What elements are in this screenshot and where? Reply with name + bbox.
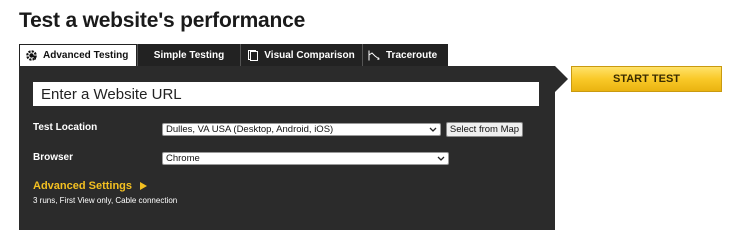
website-url-input[interactable] <box>33 82 539 106</box>
advanced-settings-label: Advanced Settings <box>33 180 133 192</box>
advanced-settings-summary: 3 runs, First View only, Cable connectio… <box>33 196 178 205</box>
advanced-settings-toggle[interactable]: Advanced Settings <box>33 180 148 192</box>
test-settings-panel: Test Location Dulles, VA USA (Desktop, A… <box>19 66 555 230</box>
tab-traceroute[interactable]: Traceroute <box>362 44 448 66</box>
tab-label: Simple Testing <box>153 49 225 61</box>
browser-label: Browser <box>33 152 74 163</box>
chevron-down-icon <box>437 154 445 166</box>
tab-label: Visual Comparison <box>264 49 355 61</box>
document-icon <box>248 49 259 61</box>
page-title: Test a website's performance <box>19 9 306 32</box>
tab-label: Advanced Testing <box>43 50 129 61</box>
tab-visual-comparison[interactable]: Visual Comparison <box>240 44 362 66</box>
browser-value: Chrome <box>166 153 200 164</box>
chevron-down-icon <box>429 125 437 137</box>
traceroute-icon <box>368 50 380 61</box>
test-location-label: Test Location <box>33 122 98 133</box>
tab-simple-testing[interactable]: Simple Testing <box>137 44 240 66</box>
tab-advanced-testing[interactable]: Advanced Testing <box>19 44 137 66</box>
test-type-tabs: Advanced Testing Simple Testing Visual C… <box>19 44 448 66</box>
tab-label: Traceroute <box>386 49 438 61</box>
gear-icon <box>26 50 37 61</box>
test-location-value: Dulles, VA USA (Desktop, Android, iOS) <box>166 124 334 135</box>
browser-select[interactable]: Chrome <box>162 152 449 165</box>
triangle-right-icon <box>140 182 148 190</box>
test-location-select[interactable]: Dulles, VA USA (Desktop, Android, iOS) <box>162 123 441 136</box>
select-from-map-button[interactable]: Select from Map <box>446 122 523 137</box>
start-test-button[interactable]: START TEST <box>571 66 722 92</box>
panel-pointer-arrow <box>555 66 571 97</box>
